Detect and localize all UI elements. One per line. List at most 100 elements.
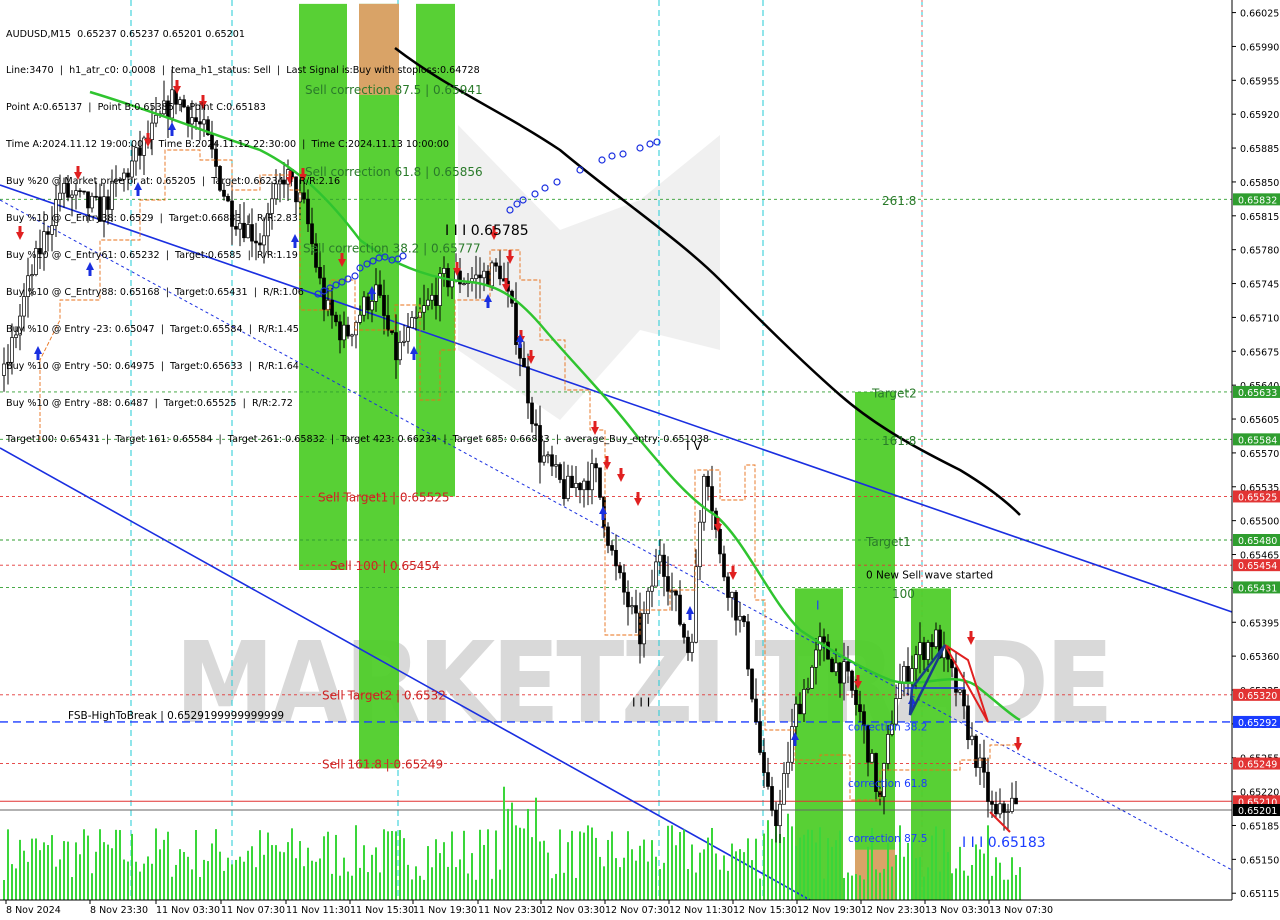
price-chart[interactable]: MARKETZI TRADESell correction 87.5 | 0.6…: [0, 0, 1280, 920]
candle: [582, 480, 586, 491]
candle: [78, 190, 82, 192]
level-label: 261.8: [882, 194, 916, 208]
candle: [50, 225, 54, 235]
time-tick-label: 12 Nov 15:30: [733, 905, 797, 916]
level-label: I I I 0.65785: [445, 223, 529, 239]
price-marker-label: 0.65584: [1238, 435, 1277, 446]
candle: [462, 283, 466, 286]
price-tick-label: 0.65395: [1240, 618, 1279, 629]
candle: [122, 172, 126, 180]
candle: [990, 801, 994, 805]
candle: [490, 262, 494, 287]
price-marker-label: 0.65525: [1238, 492, 1277, 503]
price-tick-label: 0.65360: [1240, 652, 1279, 663]
candle: [110, 180, 114, 210]
candle: [406, 327, 410, 342]
candle: [190, 117, 194, 125]
time-tick-label: 11 Nov 07:30: [221, 905, 285, 916]
candle: [486, 270, 490, 287]
candle: [194, 117, 198, 122]
candle: [18, 315, 22, 336]
candle: [2, 363, 6, 376]
candle: [266, 213, 270, 237]
candle: [362, 296, 366, 316]
candle: [22, 296, 26, 317]
candle: [670, 590, 674, 593]
candle: [162, 100, 166, 115]
candle: [922, 642, 926, 660]
level-label: correction 87.5: [848, 833, 927, 845]
time-tick-label: 11 Nov 11:30: [286, 905, 350, 916]
candle: [814, 649, 818, 668]
candle: [118, 178, 122, 181]
candle: [246, 224, 250, 239]
candle: [278, 179, 282, 185]
candle: [662, 554, 666, 577]
candle: [282, 179, 286, 185]
candle: [386, 315, 390, 331]
candle: [630, 605, 634, 608]
candle: [598, 467, 602, 498]
candle: [38, 248, 42, 255]
candle: [370, 301, 374, 311]
time-tick-label: 8 Nov 2024: [6, 905, 61, 916]
candle: [478, 274, 482, 279]
candle: [86, 191, 90, 209]
level-label: 0 New Sell wave started: [866, 570, 993, 582]
time-tick-label: 11 Nov 15:30: [350, 905, 414, 916]
price-tick-label: 0.65570: [1240, 449, 1279, 460]
candle: [778, 803, 782, 827]
candle: [902, 665, 906, 684]
candle: [558, 464, 562, 480]
price-marker-label: 0.65320: [1238, 691, 1277, 702]
candle: [178, 99, 182, 105]
candle: [90, 195, 94, 209]
candle: [842, 661, 846, 684]
candle: [710, 486, 714, 512]
candle: [294, 176, 298, 203]
candle: [610, 545, 614, 551]
candle: [1010, 797, 1014, 812]
plot-area: [0, 0, 1232, 900]
candle: [790, 726, 794, 763]
candle: [798, 703, 802, 715]
candle: [678, 594, 682, 625]
price-tick-label: 0.65745: [1240, 280, 1279, 291]
candle: [330, 299, 334, 316]
candle: [654, 561, 658, 587]
price-tick-label: 0.65885: [1240, 144, 1279, 155]
candle: [346, 324, 350, 337]
candle: [966, 705, 970, 741]
candle: [446, 268, 450, 288]
candle: [570, 475, 574, 489]
candle: [930, 642, 934, 648]
candle: [390, 329, 394, 333]
candle: [674, 590, 678, 596]
time-tick-label: 12 Nov 19:30: [797, 905, 861, 916]
candle: [238, 222, 242, 230]
candle: [974, 735, 978, 768]
candle: [302, 192, 306, 200]
candle: [542, 455, 546, 463]
time-tick-label: 13 Nov 03:30: [925, 905, 989, 916]
candle: [546, 454, 550, 457]
candle: [914, 654, 918, 669]
candle: [514, 302, 518, 345]
candle: [738, 615, 742, 621]
candle: [366, 296, 370, 311]
candle: [806, 687, 810, 690]
candle: [170, 89, 174, 119]
price-marker-label: 0.65249: [1238, 760, 1277, 771]
candle: [730, 591, 734, 598]
candle: [534, 423, 538, 426]
candle: [834, 662, 838, 673]
candle: [402, 340, 406, 343]
price-marker-label: 0.65292: [1238, 718, 1277, 729]
level-label: 161.8: [882, 434, 916, 448]
level-label: I I I 0.65183: [962, 835, 1046, 851]
level-label: I: [816, 599, 820, 613]
candle: [106, 196, 110, 210]
candle: [230, 200, 234, 227]
candle: [422, 305, 426, 313]
candle: [750, 668, 754, 700]
